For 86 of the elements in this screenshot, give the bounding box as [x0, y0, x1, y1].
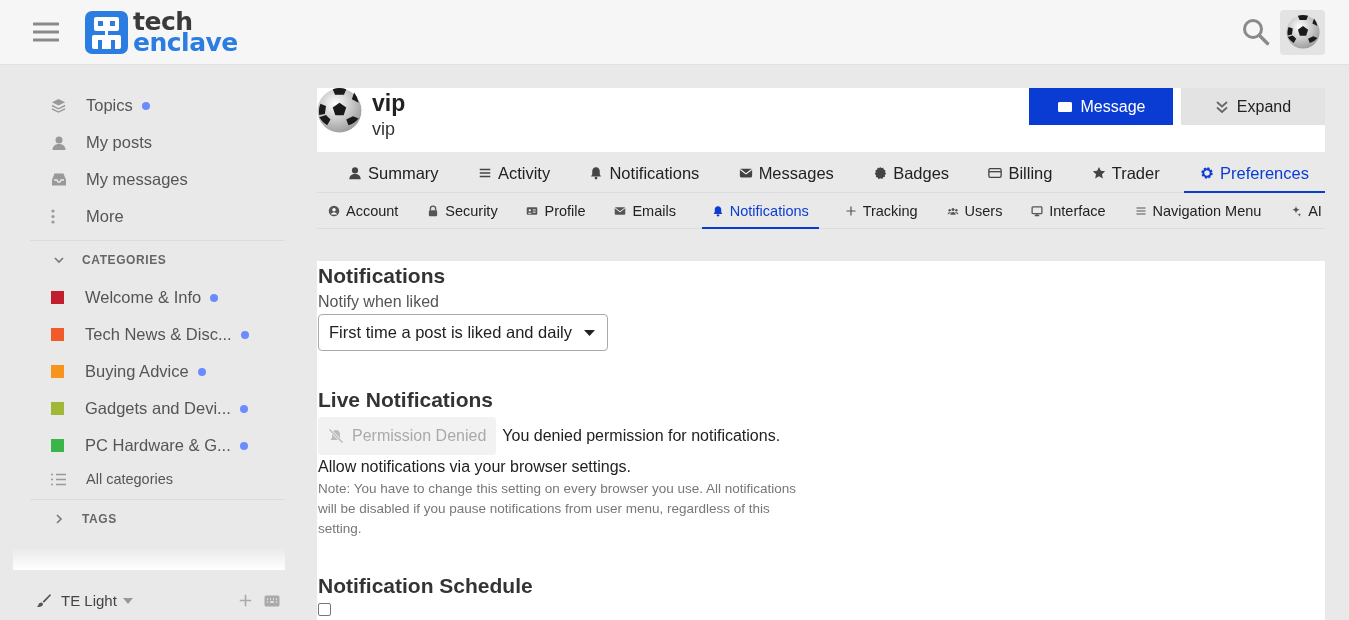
sub-tab[interactable]: Profile — [523, 195, 589, 229]
keyboard-icon[interactable] — [264, 594, 280, 607]
sub-tab[interactable]: Users — [943, 195, 1006, 229]
person-icon — [51, 134, 67, 151]
main-tab[interactable]: Summary — [333, 155, 454, 193]
dropdown-select[interactable]: First time a post is liked and daily — [318, 314, 608, 351]
search-icon[interactable] — [1242, 18, 1270, 46]
envelope-icon — [738, 166, 753, 180]
status-text: You denied permission for notifications. — [502, 427, 781, 445]
settings-icon — [1200, 166, 1214, 180]
list-icon — [51, 472, 66, 486]
nav-link[interactable]: My messages — [86, 170, 188, 189]
badge-icon — [873, 166, 888, 180]
logo-text: enclave — [133, 32, 238, 54]
sub-tab[interactable]: Interface — [1028, 195, 1109, 229]
credit-card-icon — [988, 166, 1003, 180]
category-link[interactable]: Welcome & Info — [85, 288, 202, 307]
section-heading[interactable]: CATEGORIES — [82, 253, 167, 267]
main-tab[interactable]: Preferences — [1184, 155, 1325, 193]
message-button[interactable]: Message — [1029, 88, 1173, 125]
main-tab[interactable]: Badges — [858, 155, 965, 193]
bell-icon — [589, 166, 604, 180]
robot-logo-icon — [85, 10, 128, 54]
category-link[interactable]: Gadgets and Devi... — [85, 399, 231, 418]
plus-icon — [844, 205, 857, 217]
plus-icon[interactable] — [239, 594, 252, 607]
profile-username: vip — [372, 118, 396, 140]
sub-tab[interactable]: Account — [325, 195, 402, 229]
hint-text: Allow notifications via your browser settings. — [318, 458, 633, 476]
sub-tab[interactable]: Tracking — [841, 195, 921, 229]
profile-avatar — [317, 88, 362, 133]
bell-icon — [711, 205, 724, 217]
checkbox[interactable] — [318, 603, 331, 616]
layers-icon — [51, 98, 66, 113]
theme-label: TE Light — [61, 592, 117, 609]
section-heading: Notifications — [318, 263, 447, 289]
section-heading: Live Notifications — [318, 387, 495, 413]
soccer-ball-icon — [1285, 15, 1320, 49]
envelope-icon — [614, 205, 627, 217]
user-avatar[interactable] — [1280, 9, 1325, 55]
section-heading: Notification Schedule — [318, 573, 534, 599]
category-link[interactable]: Tech News & Disc... — [85, 325, 232, 344]
sub-tab[interactable]: Navigation Menu — [1131, 195, 1265, 229]
sub-tab[interactable]: Emails — [611, 195, 679, 229]
main-tab[interactable]: Trader — [1076, 155, 1175, 193]
lock-icon — [427, 205, 440, 217]
user-circle-icon — [328, 205, 340, 217]
caret-icon — [122, 597, 133, 604]
person-icon — [348, 166, 362, 180]
brush-icon — [36, 593, 51, 608]
nav-link[interactable]: My posts — [86, 133, 153, 152]
theme-selector[interactable]: TE Light — [61, 592, 133, 609]
main-tab[interactable]: Notifications — [574, 155, 715, 193]
sparkle-icon — [1290, 205, 1303, 217]
nav-link[interactable]: More — [86, 207, 124, 226]
caret-icon — [584, 329, 595, 336]
star-icon — [1091, 166, 1106, 180]
list-icon — [1134, 205, 1147, 217]
main-tab[interactable]: Billing — [973, 155, 1068, 193]
chevron-right-icon[interactable] — [53, 513, 65, 525]
id-card-icon — [526, 205, 539, 217]
note-text: Note: You have to change this setting on every browser you use. All notifications will be disabled if you pause notifications from user menu, regardless of this setting. — [318, 480, 798, 538]
inbox-icon — [51, 172, 67, 187]
sub-tab[interactable]: AI — [1287, 195, 1325, 229]
expand-button[interactable]: Expand — [1181, 88, 1325, 125]
section-heading[interactable]: TAGS — [82, 512, 117, 526]
nav-link[interactable]: Topics — [86, 96, 133, 115]
category-link[interactable]: Buying Advice — [85, 362, 189, 381]
double-chevron-down-icon — [1214, 99, 1229, 114]
site-logo[interactable]: tech enclave — [85, 10, 238, 54]
field-label: Notify when liked — [318, 293, 440, 311]
logo-text: tech — [133, 10, 193, 32]
menu-icon[interactable] — [33, 21, 59, 43]
profile-name: vip — [372, 89, 406, 118]
sub-tab[interactable]: Notifications — [701, 195, 819, 229]
sub-tab[interactable]: Security — [424, 195, 501, 229]
users-icon — [946, 205, 959, 217]
monitor-icon — [1031, 205, 1044, 217]
main-tab[interactable]: Messages — [723, 155, 849, 193]
category-link[interactable]: PC Hardware & G... — [85, 436, 231, 455]
bell-slash-icon — [328, 428, 344, 444]
more-icon — [51, 209, 55, 224]
chevron-down-icon[interactable] — [53, 254, 65, 266]
nav-link[interactable]: All categories — [86, 471, 174, 487]
main-tab[interactable]: Activity — [462, 155, 566, 193]
list-icon — [477, 166, 492, 180]
